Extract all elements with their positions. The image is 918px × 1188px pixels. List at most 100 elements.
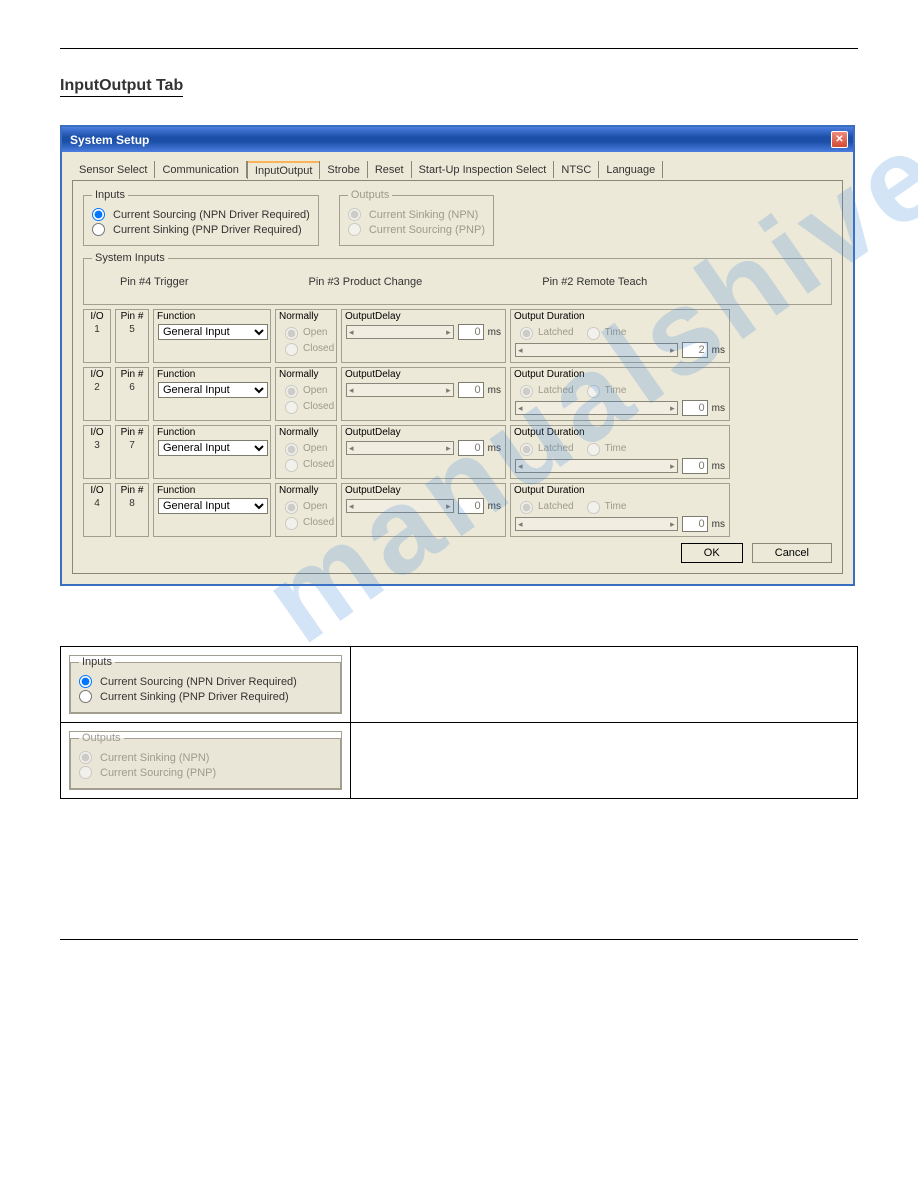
duration-time-radio: [587, 385, 600, 398]
inputs-group: Inputs Current Sourcing (NPN Driver Requ…: [83, 189, 319, 246]
detail-inputs-sinking-label: Current Sinking (PNP Driver Required): [100, 691, 289, 703]
tab-inputoutput[interactable]: InputOutput: [247, 161, 321, 179]
delay-field: [458, 382, 484, 398]
tab-sensor-select[interactable]: Sensor Select: [72, 161, 155, 178]
titlebar: System Setup ✕: [62, 127, 853, 152]
duration-field: [682, 516, 708, 532]
detail-inputs-sourcing-row[interactable]: Current Sourcing (NPN Driver Required): [79, 674, 332, 689]
normally-open-radio: [285, 327, 298, 340]
inputs-sinking-radio[interactable]: [92, 223, 105, 236]
normally-open-radio: [285, 501, 298, 514]
delay-field: [458, 440, 484, 456]
delay-field: [458, 324, 484, 340]
detail-inputs-sourcing-label: Current Sourcing (NPN Driver Required): [100, 676, 297, 688]
function-select[interactable]: General Input: [158, 498, 268, 514]
delay-slider: ◂▸: [346, 441, 454, 455]
outputs-sourcing-radio: [348, 223, 361, 236]
detail-table: Inputs Current Sourcing (NPN Driver Requ…: [60, 646, 858, 799]
io-row-1: I/O1Pin #5FunctionGeneral InputNormallyO…: [83, 309, 832, 363]
normally-closed-radio: [285, 401, 298, 414]
detail-outputs-sourcing-radio: [79, 766, 92, 779]
duration-time-radio: [587, 443, 600, 456]
tab-language[interactable]: Language: [599, 161, 663, 178]
inputs-sourcing-radio[interactable]: [92, 208, 105, 221]
outputs-sinking-label: Current Sinking (NPN): [369, 209, 478, 221]
function-cell: FunctionGeneral Input: [153, 367, 271, 421]
function-select[interactable]: General Input: [158, 324, 268, 340]
outputs-sinking-radio: [348, 208, 361, 221]
detail-outputs-sinking-radio: [79, 751, 92, 764]
detail-outputs-sinking-row: Current Sinking (NPN): [79, 750, 332, 765]
detail-inputs-sinking-radio[interactable]: [79, 690, 92, 703]
duration-field: [682, 342, 708, 358]
sys-label-product-change: Pin #3 Product Change: [308, 276, 422, 288]
detail-inputs-sourcing-radio[interactable]: [79, 675, 92, 688]
io-cell: I/O3: [83, 425, 111, 479]
pin-cell: Pin #8: [115, 483, 149, 537]
normally-closed-radio: [285, 459, 298, 472]
inputs-sourcing-row[interactable]: Current Sourcing (NPN Driver Required): [92, 207, 310, 222]
output-duration-cell: Output DurationLatchedTime◂▸ms: [510, 483, 730, 537]
cancel-button[interactable]: Cancel: [752, 543, 832, 563]
duration-latched-radio: [520, 327, 533, 340]
detail-inputs-legend: Inputs: [79, 656, 115, 668]
tab-strobe[interactable]: Strobe: [320, 161, 367, 178]
tab-ntsc[interactable]: NTSC: [554, 161, 599, 178]
output-delay-cell: OutputDelay◂▸ms: [341, 483, 506, 537]
duration-slider: ◂▸: [515, 401, 678, 415]
delay-slider: ◂▸: [346, 499, 454, 513]
section-title: InputOutput Tab: [60, 77, 183, 97]
pin-cell: Pin #7: [115, 425, 149, 479]
output-delay-cell: OutputDelay◂▸ms: [341, 367, 506, 421]
io-row-2: I/O2Pin #6FunctionGeneral InputNormallyO…: [83, 367, 832, 421]
detail-outputs-sourcing-row: Current Sourcing (PNP): [79, 765, 332, 780]
sys-label-remote-teach: Pin #2 Remote Teach: [542, 276, 647, 288]
duration-field: [682, 400, 708, 416]
function-select[interactable]: General Input: [158, 440, 268, 456]
system-setup-window: System Setup ✕ Sensor Select Communicati…: [60, 125, 855, 586]
duration-time-radio: [587, 327, 600, 340]
io-cell: I/O4: [83, 483, 111, 537]
detail-outputs-sourcing-label: Current Sourcing (PNP): [100, 767, 216, 779]
normally-cell: NormallyOpenClosed: [275, 367, 337, 421]
normally-closed-radio: [285, 517, 298, 530]
sys-label-trigger: Pin #4 Trigger: [120, 276, 188, 288]
tab-reset[interactable]: Reset: [368, 161, 412, 178]
normally-open-radio: [285, 385, 298, 398]
function-cell: FunctionGeneral Input: [153, 483, 271, 537]
function-cell: FunctionGeneral Input: [153, 309, 271, 363]
tab-startup[interactable]: Start-Up Inspection Select: [412, 161, 555, 178]
duration-latched-radio: [520, 501, 533, 514]
tab-communication[interactable]: Communication: [155, 161, 246, 178]
delay-slider: ◂▸: [346, 383, 454, 397]
outputs-sinking-row: Current Sinking (NPN): [348, 207, 485, 222]
io-cell: I/O1: [83, 309, 111, 363]
normally-cell: NormallyOpenClosed: [275, 425, 337, 479]
function-cell: FunctionGeneral Input: [153, 425, 271, 479]
delay-slider: ◂▸: [346, 325, 454, 339]
normally-closed-radio: [285, 343, 298, 356]
top-rule: [60, 48, 858, 49]
detail-outputs-sinking-label: Current Sinking (NPN): [100, 752, 209, 764]
output-duration-cell: Output DurationLatchedTime◂▸ms: [510, 309, 730, 363]
pin-cell: Pin #6: [115, 367, 149, 421]
window-title: System Setup: [70, 133, 149, 147]
tab-strip: Sensor Select Communication InputOutput …: [72, 160, 843, 178]
delay-field: [458, 498, 484, 514]
detail-inputs-sinking-row[interactable]: Current Sinking (PNP Driver Required): [79, 689, 332, 704]
io-cell: I/O2: [83, 367, 111, 421]
output-delay-cell: OutputDelay◂▸ms: [341, 309, 506, 363]
normally-open-radio: [285, 443, 298, 456]
ok-button[interactable]: OK: [681, 543, 743, 563]
inputs-legend: Inputs: [92, 189, 128, 201]
duration-time-radio: [587, 501, 600, 514]
outputs-legend: Outputs: [348, 189, 393, 201]
io-row-3: I/O3Pin #7FunctionGeneral InputNormallyO…: [83, 425, 832, 479]
outputs-sourcing-label: Current Sourcing (PNP): [369, 224, 485, 236]
duration-latched-radio: [520, 443, 533, 456]
outputs-sourcing-row: Current Sourcing (PNP): [348, 222, 485, 237]
output-delay-cell: OutputDelay◂▸ms: [341, 425, 506, 479]
close-icon[interactable]: ✕: [831, 131, 848, 148]
inputs-sinking-row[interactable]: Current Sinking (PNP Driver Required): [92, 222, 310, 237]
function-select[interactable]: General Input: [158, 382, 268, 398]
